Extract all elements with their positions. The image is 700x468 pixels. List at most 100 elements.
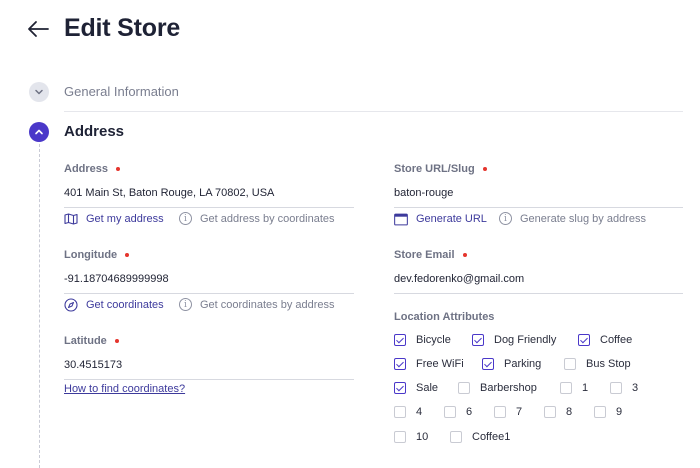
attribute-label: Bicycle [416,334,451,346]
latitude-label-text: Latitude [64,335,107,347]
chevron-up-icon [35,129,43,135]
general-step-toggle[interactable] [29,82,49,102]
attribute-checkbox[interactable]: 10 [394,431,428,443]
latitude-input[interactable] [64,359,354,371]
attribute-checkbox[interactable]: Parking [482,358,541,370]
required-dot [125,253,130,257]
checkbox-box[interactable] [482,358,494,370]
attribute-checkbox[interactable]: Bicycle [394,334,451,346]
longitude-input[interactable] [64,273,354,285]
checkbox-box[interactable] [544,406,556,418]
generate-slug-by-address: i Generate slug by address [499,212,646,225]
attribute-label: Sale [416,382,439,394]
slug-label-text: Store URL/Slug [394,163,475,175]
attribute-checkbox[interactable]: Coffee1 [450,431,510,443]
checkbox-box[interactable] [444,406,456,418]
attribute-label: Barbershop [480,382,537,394]
chevron-down-icon [35,89,43,95]
back-arrow-icon[interactable] [26,17,52,41]
browser-window-icon [394,212,408,226]
attribute-label: 7 [516,406,523,418]
info-icon: i [499,212,512,225]
attribute-checkbox[interactable]: Coffee [578,334,632,346]
address-field[interactable] [64,186,354,208]
required-dot [116,167,121,171]
location-attributes-label: Location Attributes [394,311,494,323]
attribute-label: 8 [566,406,573,418]
email-input[interactable] [394,273,683,285]
email-label: Store Email [394,249,467,261]
attribute-label: 10 [416,431,429,443]
attribute-label: Dog Friendly [494,334,557,346]
checkbox-box[interactable] [394,382,406,394]
attribute-label: 4 [416,406,423,418]
attribute-checkbox[interactable]: 8 [544,406,572,418]
how-to-find-coordinates-link[interactable]: How to find coordinates? [64,383,185,395]
address-step-toggle[interactable] [29,122,49,142]
address-input[interactable] [64,187,354,199]
attribute-checkbox[interactable]: 9 [594,406,622,418]
checkbox-box[interactable] [494,406,506,418]
address-label: Address [64,163,121,175]
generate-url-label: Generate URL [416,213,487,225]
attribute-checkbox[interactable]: 6 [444,406,472,418]
attribute-label: Free WiFi [416,358,464,370]
checkbox-box[interactable] [450,431,462,443]
checkbox-box[interactable] [594,406,606,418]
attribute-label: Bus Stop [586,358,631,370]
checkbox-box[interactable] [394,431,406,443]
divider [64,111,683,112]
attribute-label: 3 [632,382,639,394]
checkbox-box[interactable] [458,382,470,394]
section-address[interactable]: Address [64,123,124,140]
map-icon [64,212,78,226]
attribute-label: Coffee [600,334,633,346]
section-general-information[interactable]: General Information [64,84,179,99]
attribute-checkbox[interactable]: Bus Stop [564,358,631,370]
attribute-checkbox[interactable]: 4 [394,406,422,418]
checkbox-box[interactable] [394,358,406,370]
email-label-text: Store Email [394,249,455,261]
attribute-checkbox[interactable]: Dog Friendly [472,334,556,346]
checkbox-box[interactable] [394,406,406,418]
latitude-field[interactable] [64,358,354,380]
attribute-checkbox[interactable]: 7 [494,406,522,418]
attribute-checkbox[interactable]: Barbershop [458,382,537,394]
required-dot [462,253,467,257]
attribute-label: Coffee1 [472,431,511,443]
slug-label: Store URL/Slug [394,163,487,175]
get-coordinates-label: Get coordinates [86,299,164,311]
checkbox-box[interactable] [564,358,576,370]
attribute-checkbox[interactable]: 3 [610,382,638,394]
get-coordinates-button[interactable]: Get coordinates [64,298,164,312]
generate-slug-by-address-label: Generate slug by address [520,212,646,225]
longitude-field[interactable] [64,272,354,294]
generate-url-button[interactable]: Generate URL [394,212,487,226]
attribute-checkbox[interactable]: 1 [560,382,588,394]
get-coordinates-by-address-label: Get coordinates by address [200,298,335,311]
info-icon: i [179,212,192,225]
slug-input[interactable] [394,187,683,199]
attribute-checkbox[interactable]: Free WiFi [394,358,464,370]
checkbox-box[interactable] [578,334,590,346]
attribute-label: 1 [582,382,589,394]
location-attributes-label-text: Location Attributes [394,311,495,323]
attribute-label: 6 [466,406,473,418]
attribute-label: 9 [616,406,623,418]
email-field[interactable] [394,272,683,294]
checkbox-box[interactable] [560,382,572,394]
get-address-by-coordinates-label: Get address by coordinates [200,212,335,225]
info-icon: i [179,298,192,311]
required-dot [482,167,487,171]
checkbox-box[interactable] [472,334,484,346]
required-dot [114,339,119,343]
checkbox-box[interactable] [610,382,622,394]
checkbox-box[interactable] [394,334,406,346]
compass-icon [64,298,78,312]
attribute-checkbox[interactable]: Sale [394,382,438,394]
get-my-address-label: Get my address [86,213,164,225]
attribute-label: Parking [504,358,542,370]
get-coordinates-by-address: i Get coordinates by address [179,298,335,311]
slug-field[interactable] [394,186,683,208]
get-my-address-button[interactable]: Get my address [64,212,164,226]
